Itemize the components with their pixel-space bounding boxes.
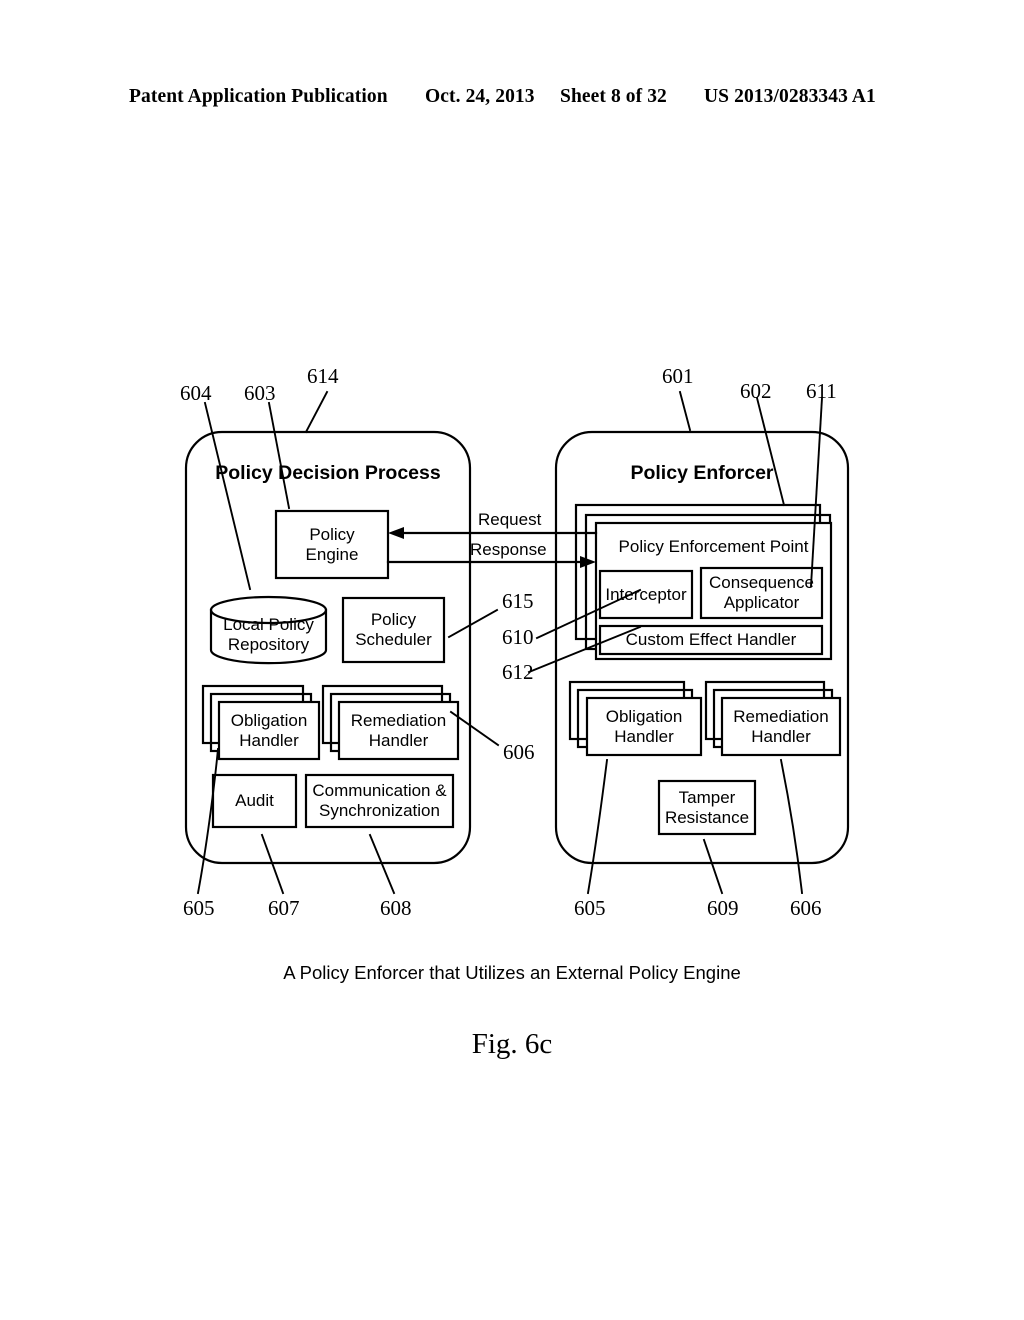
ref-number-606-right: 606	[790, 896, 822, 920]
policy-enforcement-point-label: Policy Enforcement Point	[618, 537, 809, 556]
ref-number-602: 602	[740, 379, 772, 403]
ref-number-611: 611	[806, 379, 837, 403]
left-remediation-handler-label: Remediation Handler	[350, 710, 447, 750]
ref-number-604: 604	[180, 381, 212, 405]
response-flow-label: Response	[470, 540, 547, 559]
ref-number-601: 601	[662, 364, 694, 388]
ref-number-607: 607	[268, 896, 300, 920]
leader-614	[304, 390, 329, 434]
ref-number-606-middle: 606	[503, 740, 535, 764]
local-policy-repository-label: Local Policy Repository	[223, 615, 314, 654]
ref-number-612: 612	[502, 660, 534, 684]
leader-602	[755, 396, 786, 507]
ref-number-614: 614	[307, 364, 339, 388]
ref-number-603: 603	[244, 381, 276, 405]
ref-number-609: 609	[707, 896, 739, 920]
ref-number-608: 608	[380, 896, 412, 920]
leader-615	[447, 608, 499, 639]
leader-603	[267, 401, 291, 510]
custom-effect-handler-label: Custom Effect Handler	[625, 630, 797, 649]
leader-609	[702, 838, 724, 895]
ref-number-615: 615	[502, 589, 534, 613]
figure-caption: A Policy Enforcer that Utilizes an Exter…	[283, 962, 741, 983]
left-obligation-handler-label: Obligation Handler	[230, 710, 308, 750]
consequence-applicator-label: Consequence Applicator	[709, 573, 814, 612]
patent-figure-6c: Policy Decision Process Policy Enforcer …	[0, 0, 1024, 1320]
ref-number-605-right: 605	[574, 896, 606, 920]
leader-605-right	[586, 758, 609, 895]
policy-engine-label: Policy Engine	[305, 524, 359, 564]
communication-sync-label: Communication & Synchronization	[312, 781, 447, 820]
right-obligation-handler-label: Obligation Handler	[605, 706, 683, 746]
leader-601	[678, 390, 692, 432]
right-remediation-handler-label: Remediation Handler	[733, 706, 829, 746]
tamper-resistance-label: Tamper Resistance	[664, 787, 750, 827]
leader-606-right	[779, 758, 804, 895]
ref-number-605-left: 605	[183, 896, 215, 920]
policy-scheduler-label: Policy Scheduler	[355, 610, 432, 649]
figure-number: Fig. 6c	[471, 1028, 553, 1060]
interceptor-label: Interceptor	[605, 584, 687, 604]
audit-label: Audit	[235, 791, 274, 810]
ref-number-610: 610	[502, 625, 534, 649]
request-flow-label: Request	[478, 510, 542, 529]
